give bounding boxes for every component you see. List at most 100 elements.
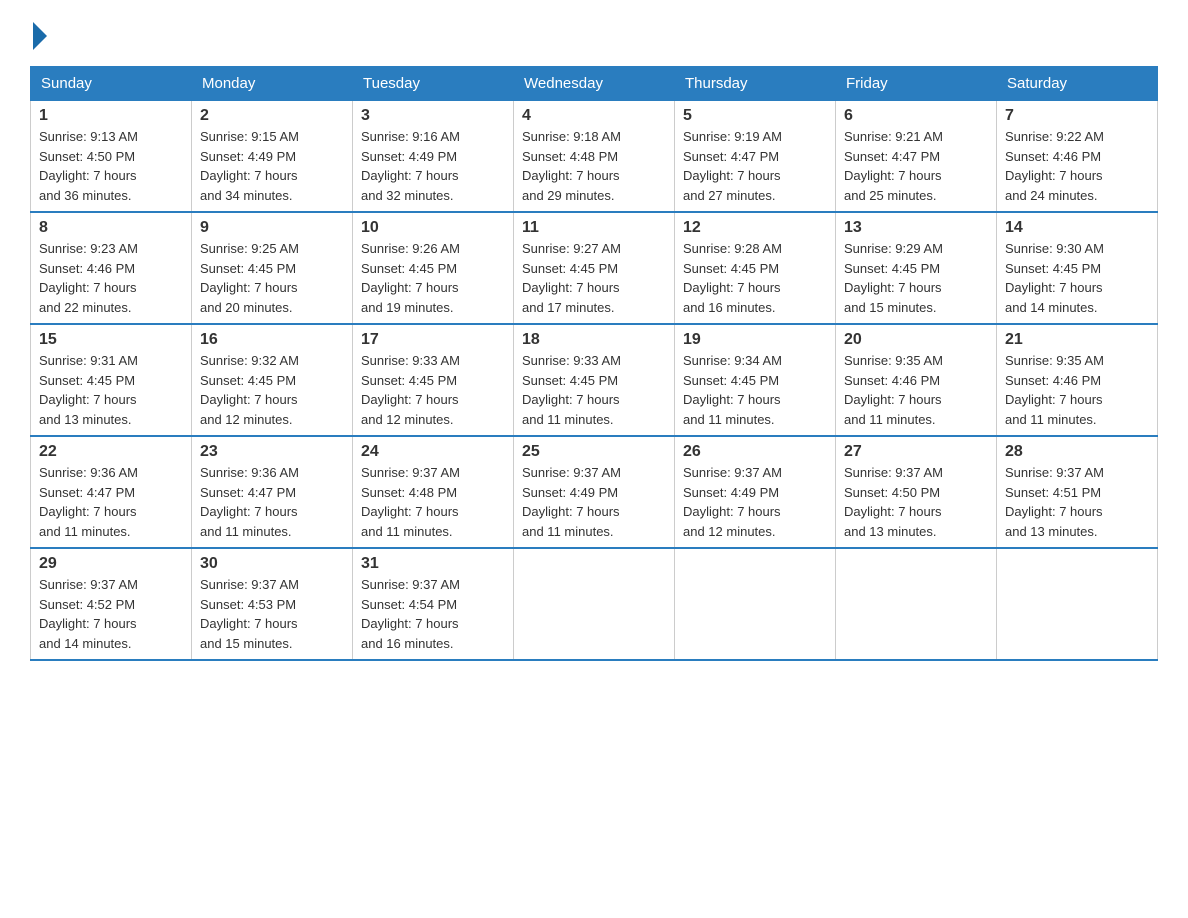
day-info: Sunrise: 9:37 AM Sunset: 4:49 PM Dayligh… [683,463,827,541]
day-cell-17: 17 Sunrise: 9:33 AM Sunset: 4:45 PM Dayl… [353,324,514,436]
day-number: 4 [522,107,666,125]
day-info: Sunrise: 9:37 AM Sunset: 4:48 PM Dayligh… [361,463,505,541]
day-number: 25 [522,443,666,461]
day-number: 15 [39,331,183,349]
day-number: 31 [361,555,505,573]
day-cell-15: 15 Sunrise: 9:31 AM Sunset: 4:45 PM Dayl… [31,324,192,436]
page-header [30,20,1158,46]
logo [30,20,47,46]
day-info: Sunrise: 9:37 AM Sunset: 4:53 PM Dayligh… [200,575,344,653]
column-header-thursday: Thursday [675,67,836,101]
day-number: 26 [683,443,827,461]
day-number: 20 [844,331,988,349]
column-header-monday: Monday [192,67,353,101]
day-number: 17 [361,331,505,349]
day-cell-26: 26 Sunrise: 9:37 AM Sunset: 4:49 PM Dayl… [675,436,836,548]
day-number: 28 [1005,443,1149,461]
day-cell-3: 3 Sunrise: 9:16 AM Sunset: 4:49 PM Dayli… [353,101,514,213]
week-row-5: 29 Sunrise: 9:37 AM Sunset: 4:52 PM Dayl… [31,548,1158,660]
day-cell-24: 24 Sunrise: 9:37 AM Sunset: 4:48 PM Dayl… [353,436,514,548]
week-row-1: 1 Sunrise: 9:13 AM Sunset: 4:50 PM Dayli… [31,101,1158,213]
day-info: Sunrise: 9:35 AM Sunset: 4:46 PM Dayligh… [1005,351,1149,429]
day-info: Sunrise: 9:36 AM Sunset: 4:47 PM Dayligh… [39,463,183,541]
day-info: Sunrise: 9:16 AM Sunset: 4:49 PM Dayligh… [361,127,505,205]
day-cell-19: 19 Sunrise: 9:34 AM Sunset: 4:45 PM Dayl… [675,324,836,436]
day-info: Sunrise: 9:19 AM Sunset: 4:47 PM Dayligh… [683,127,827,205]
day-cell-23: 23 Sunrise: 9:36 AM Sunset: 4:47 PM Dayl… [192,436,353,548]
day-number: 21 [1005,331,1149,349]
day-cell-14: 14 Sunrise: 9:30 AM Sunset: 4:45 PM Dayl… [997,212,1158,324]
logo-triangle-icon [33,22,47,50]
day-cell-4: 4 Sunrise: 9:18 AM Sunset: 4:48 PM Dayli… [514,101,675,213]
day-number: 18 [522,331,666,349]
day-info: Sunrise: 9:21 AM Sunset: 4:47 PM Dayligh… [844,127,988,205]
day-number: 10 [361,219,505,237]
empty-cell [836,548,997,660]
day-info: Sunrise: 9:37 AM Sunset: 4:51 PM Dayligh… [1005,463,1149,541]
day-cell-18: 18 Sunrise: 9:33 AM Sunset: 4:45 PM Dayl… [514,324,675,436]
day-info: Sunrise: 9:23 AM Sunset: 4:46 PM Dayligh… [39,239,183,317]
day-info: Sunrise: 9:25 AM Sunset: 4:45 PM Dayligh… [200,239,344,317]
day-info: Sunrise: 9:36 AM Sunset: 4:47 PM Dayligh… [200,463,344,541]
day-cell-2: 2 Sunrise: 9:15 AM Sunset: 4:49 PM Dayli… [192,101,353,213]
day-number: 19 [683,331,827,349]
day-info: Sunrise: 9:30 AM Sunset: 4:45 PM Dayligh… [1005,239,1149,317]
day-info: Sunrise: 9:22 AM Sunset: 4:46 PM Dayligh… [1005,127,1149,205]
day-info: Sunrise: 9:37 AM Sunset: 4:54 PM Dayligh… [361,575,505,653]
day-cell-25: 25 Sunrise: 9:37 AM Sunset: 4:49 PM Dayl… [514,436,675,548]
day-number: 30 [200,555,344,573]
day-number: 13 [844,219,988,237]
day-info: Sunrise: 9:35 AM Sunset: 4:46 PM Dayligh… [844,351,988,429]
day-info: Sunrise: 9:18 AM Sunset: 4:48 PM Dayligh… [522,127,666,205]
day-cell-9: 9 Sunrise: 9:25 AM Sunset: 4:45 PM Dayli… [192,212,353,324]
day-info: Sunrise: 9:33 AM Sunset: 4:45 PM Dayligh… [522,351,666,429]
day-cell-21: 21 Sunrise: 9:35 AM Sunset: 4:46 PM Dayl… [997,324,1158,436]
day-number: 16 [200,331,344,349]
day-info: Sunrise: 9:37 AM Sunset: 4:52 PM Dayligh… [39,575,183,653]
empty-cell [997,548,1158,660]
day-cell-29: 29 Sunrise: 9:37 AM Sunset: 4:52 PM Dayl… [31,548,192,660]
day-number: 6 [844,107,988,125]
day-info: Sunrise: 9:29 AM Sunset: 4:45 PM Dayligh… [844,239,988,317]
day-number: 1 [39,107,183,125]
day-cell-6: 6 Sunrise: 9:21 AM Sunset: 4:47 PM Dayli… [836,101,997,213]
column-header-saturday: Saturday [997,67,1158,101]
day-info: Sunrise: 9:32 AM Sunset: 4:45 PM Dayligh… [200,351,344,429]
week-row-4: 22 Sunrise: 9:36 AM Sunset: 4:47 PM Dayl… [31,436,1158,548]
day-info: Sunrise: 9:15 AM Sunset: 4:49 PM Dayligh… [200,127,344,205]
column-header-wednesday: Wednesday [514,67,675,101]
day-number: 24 [361,443,505,461]
column-header-tuesday: Tuesday [353,67,514,101]
day-info: Sunrise: 9:34 AM Sunset: 4:45 PM Dayligh… [683,351,827,429]
day-info: Sunrise: 9:31 AM Sunset: 4:45 PM Dayligh… [39,351,183,429]
day-cell-7: 7 Sunrise: 9:22 AM Sunset: 4:46 PM Dayli… [997,101,1158,213]
header-row: SundayMondayTuesdayWednesdayThursdayFrid… [31,67,1158,101]
day-info: Sunrise: 9:27 AM Sunset: 4:45 PM Dayligh… [522,239,666,317]
day-cell-11: 11 Sunrise: 9:27 AM Sunset: 4:45 PM Dayl… [514,212,675,324]
day-number: 2 [200,107,344,125]
day-cell-5: 5 Sunrise: 9:19 AM Sunset: 4:47 PM Dayli… [675,101,836,213]
day-number: 22 [39,443,183,461]
week-row-3: 15 Sunrise: 9:31 AM Sunset: 4:45 PM Dayl… [31,324,1158,436]
day-cell-30: 30 Sunrise: 9:37 AM Sunset: 4:53 PM Dayl… [192,548,353,660]
week-row-2: 8 Sunrise: 9:23 AM Sunset: 4:46 PM Dayli… [31,212,1158,324]
day-info: Sunrise: 9:28 AM Sunset: 4:45 PM Dayligh… [683,239,827,317]
day-info: Sunrise: 9:26 AM Sunset: 4:45 PM Dayligh… [361,239,505,317]
day-number: 5 [683,107,827,125]
day-info: Sunrise: 9:37 AM Sunset: 4:50 PM Dayligh… [844,463,988,541]
day-number: 8 [39,219,183,237]
day-cell-22: 22 Sunrise: 9:36 AM Sunset: 4:47 PM Dayl… [31,436,192,548]
day-info: Sunrise: 9:33 AM Sunset: 4:45 PM Dayligh… [361,351,505,429]
day-cell-28: 28 Sunrise: 9:37 AM Sunset: 4:51 PM Dayl… [997,436,1158,548]
day-number: 29 [39,555,183,573]
day-cell-8: 8 Sunrise: 9:23 AM Sunset: 4:46 PM Dayli… [31,212,192,324]
day-cell-1: 1 Sunrise: 9:13 AM Sunset: 4:50 PM Dayli… [31,101,192,213]
day-cell-20: 20 Sunrise: 9:35 AM Sunset: 4:46 PM Dayl… [836,324,997,436]
day-number: 14 [1005,219,1149,237]
day-cell-31: 31 Sunrise: 9:37 AM Sunset: 4:54 PM Dayl… [353,548,514,660]
day-number: 12 [683,219,827,237]
day-number: 3 [361,107,505,125]
day-cell-10: 10 Sunrise: 9:26 AM Sunset: 4:45 PM Dayl… [353,212,514,324]
day-cell-16: 16 Sunrise: 9:32 AM Sunset: 4:45 PM Dayl… [192,324,353,436]
day-number: 11 [522,219,666,237]
